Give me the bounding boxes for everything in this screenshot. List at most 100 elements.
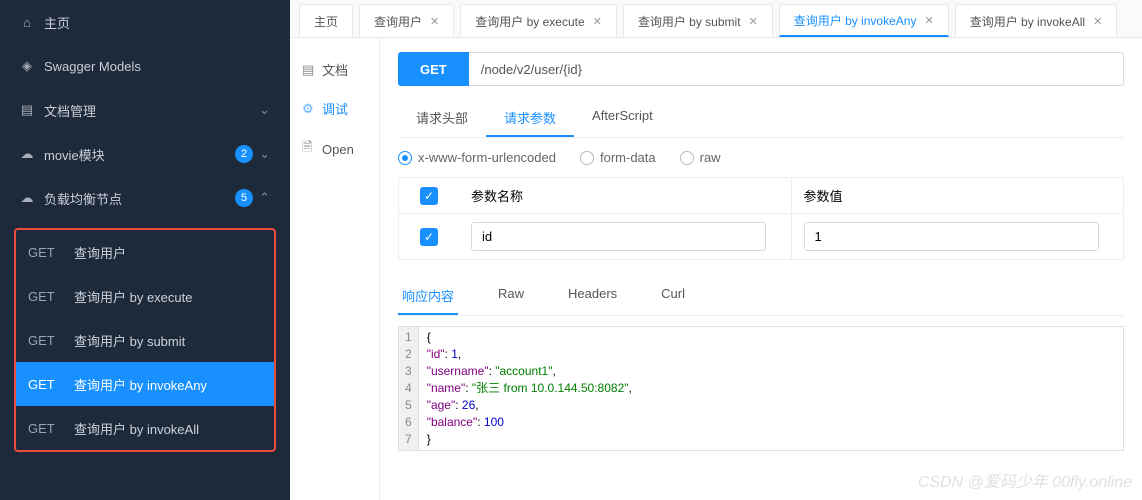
radio-urlencoded[interactable]: x-www-form-urlencoded (398, 150, 556, 165)
tab-response-headers[interactable]: Headers (564, 278, 621, 315)
table-header-row: ✓ 参数名称 参数值 (398, 177, 1124, 213)
tab-label: 查询用户 by submit (638, 13, 741, 30)
tab-label: 查询用户 by invokeAny (794, 12, 917, 29)
docs-icon: ▤ (20, 103, 34, 117)
response-code: 1234567 { "id": 1, "username": "account1… (398, 326, 1124, 451)
request-panel: GET /node/v2/user/{id} 请求头部 请求参数 AfterSc… (380, 38, 1142, 500)
tab[interactable]: 查询用户 by invokeAny ✕ (779, 4, 949, 37)
radio-raw[interactable]: raw (680, 150, 721, 165)
api-list: GET 查询用户 GET 查询用户 by execute GET 查询用户 by… (14, 228, 276, 452)
api-item[interactable]: GET 查询用户 by invokeAll (16, 406, 274, 450)
body-type-radios: x-www-form-urlencoded form-data raw (398, 150, 1124, 165)
tab-response-raw[interactable]: Raw (494, 278, 528, 315)
nav-docs[interactable]: ▤ 文档管理 ⌄ (0, 88, 290, 132)
http-method: GET (24, 377, 74, 392)
subnav-label: 文档 (322, 60, 348, 79)
api-name: 查询用户 by invokeAny (74, 375, 266, 394)
radio-label: form-data (600, 150, 656, 165)
radio-circle-icon (580, 151, 594, 165)
module-icon: ☁ (20, 191, 34, 205)
param-tabs: 请求头部 请求参数 AfterScript (398, 100, 1124, 138)
nav-movie[interactable]: ☁ movie模块 2 ⌄ (0, 132, 290, 176)
api-name: 查询用户 by invokeAll (74, 419, 266, 438)
http-method: GET (24, 245, 74, 260)
api-name: 查询用户 by execute (74, 287, 266, 306)
count-badge: 5 (235, 189, 253, 207)
api-item[interactable]: GET 查询用户 by submit (16, 318, 274, 362)
http-method: GET (24, 421, 74, 436)
nav-home[interactable]: ⌂ 主页 (0, 0, 290, 44)
main-panel: 主页查询用户✕查询用户 by execute✕查询用户 by submit✕查询… (290, 0, 1142, 500)
col-value: 参数值 (791, 178, 1124, 213)
tab-bar: 主页查询用户✕查询用户 by execute✕查询用户 by submit✕查询… (290, 0, 1142, 38)
chevron-up-icon: ⌃ (259, 190, 270, 206)
radio-label: raw (700, 150, 721, 165)
close-icon[interactable]: ✕ (1093, 15, 1102, 28)
nav-label: movie模块 (44, 145, 235, 164)
close-icon[interactable]: ✕ (749, 15, 758, 28)
chevron-down-icon: ⌄ (259, 146, 270, 162)
bug-icon: ⚙ (302, 101, 316, 117)
tab-label: 查询用户 by execute (475, 13, 584, 30)
tab[interactable]: 查询用户 by execute ✕ (460, 4, 617, 37)
response-tabs: 响应内容 Raw Headers Curl (398, 278, 1124, 316)
doc-icon: ▤ (302, 62, 316, 78)
nav-loadbalance[interactable]: ☁ 负载均衡节点 5 ⌃ (0, 176, 290, 220)
nav-label: 文档管理 (44, 101, 259, 120)
http-method: GET (24, 289, 74, 304)
tab-label: 查询用户 (374, 13, 422, 30)
tab-params[interactable]: 请求参数 (486, 100, 574, 137)
nav-swagger-models[interactable]: ◈ Swagger Models (0, 44, 290, 88)
method-button[interactable]: GET (398, 52, 469, 86)
api-name: 查询用户 by submit (74, 331, 266, 350)
nav-label: Swagger Models (44, 59, 270, 74)
http-method: GET (24, 333, 74, 348)
url-input[interactable]: /node/v2/user/{id} (469, 52, 1124, 86)
subnav-debug[interactable]: ⚙ 调试 (290, 89, 379, 128)
subnav-label: 调试 (322, 99, 348, 118)
api-item[interactable]: GET 查询用户 by execute (16, 274, 274, 318)
tab-afterscript[interactable]: AfterScript (574, 100, 671, 137)
open-icon: 🗎 (302, 138, 316, 160)
radio-circle-icon (398, 151, 412, 165)
radio-circle-icon (680, 151, 694, 165)
api-item[interactable]: GET 查询用户 by invokeAny (16, 362, 274, 406)
subnav-label: Open (322, 142, 354, 157)
workspace: ▤ 文档 ⚙ 调试 🗎 Open GET /node/v2/user/{id} … (290, 38, 1142, 500)
checkbox-all[interactable]: ✓ (420, 187, 438, 205)
tab[interactable]: 查询用户 by submit ✕ (623, 4, 773, 37)
col-name: 参数名称 (459, 178, 791, 213)
radio-formdata[interactable]: form-data (580, 150, 656, 165)
tab-response-curl[interactable]: Curl (657, 278, 689, 315)
param-table: ✓ 参数名称 参数值 ✓ (398, 177, 1124, 260)
tab-headers[interactable]: 请求头部 (398, 100, 486, 137)
tab-label: 主页 (314, 13, 338, 30)
checkbox[interactable]: ✓ (420, 228, 438, 246)
subnav-doc[interactable]: ▤ 文档 (290, 50, 379, 89)
sidebar: ⌂ 主页 ◈ Swagger Models ▤ 文档管理 ⌄ ☁ movie模块… (0, 0, 290, 500)
subnav-open[interactable]: 🗎 Open (290, 128, 379, 170)
close-icon[interactable]: ✕ (924, 14, 933, 27)
api-name: 查询用户 (74, 243, 266, 262)
line-gutter: 1234567 (399, 327, 419, 450)
radio-label: x-www-form-urlencoded (418, 150, 556, 165)
models-icon: ◈ (20, 59, 34, 73)
table-row: ✓ (398, 213, 1124, 260)
tab[interactable]: 查询用户 by invokeAll✕ (955, 4, 1118, 37)
api-item[interactable]: GET 查询用户 (16, 230, 274, 274)
sub-nav: ▤ 文档 ⚙ 调试 🗎 Open (290, 38, 380, 500)
home-icon: ⌂ (20, 15, 34, 29)
tab-response-body[interactable]: 响应内容 (398, 278, 458, 315)
tab[interactable]: 主页 (299, 4, 353, 37)
param-value-input[interactable] (804, 222, 1099, 251)
nav-label: 负载均衡节点 (44, 189, 235, 208)
close-icon[interactable]: ✕ (593, 15, 602, 28)
tab[interactable]: 查询用户 ✕ (359, 4, 454, 37)
module-icon: ☁ (20, 147, 34, 161)
nav-label: 主页 (44, 13, 270, 32)
close-icon[interactable]: ✕ (430, 15, 439, 28)
count-badge: 2 (235, 145, 253, 163)
url-row: GET /node/v2/user/{id} (398, 52, 1124, 86)
param-name-input[interactable] (471, 222, 766, 251)
code-body[interactable]: { "id": 1, "username": "account1", "name… (419, 327, 640, 450)
